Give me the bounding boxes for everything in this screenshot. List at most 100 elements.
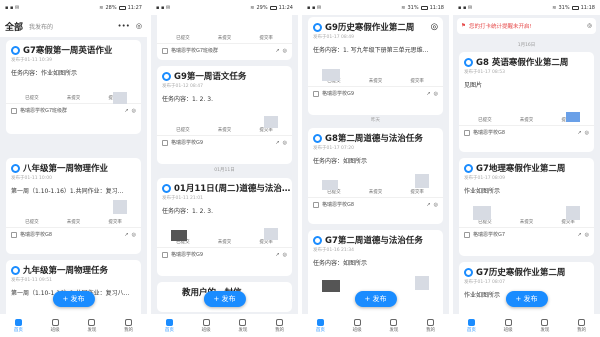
status-icons: ▪ ▪ ✉	[5, 4, 20, 11]
nav-me[interactable]: 我的	[275, 318, 284, 333]
nav-home[interactable]: 首页	[467, 318, 476, 333]
share-icon[interactable]: ↗	[124, 108, 128, 114]
nav-class[interactable]: 班级	[353, 318, 362, 333]
discover-icon	[541, 318, 549, 326]
tab-mine[interactable]: 我发布的	[29, 22, 53, 31]
status-time: 11:18	[580, 4, 595, 11]
settings-icon[interactable]: ◎	[132, 232, 136, 238]
nav-discover[interactable]: 发现	[389, 318, 398, 333]
settings-icon[interactable]: ◎	[585, 232, 589, 238]
task-date: 发布于01-11 09:51	[11, 278, 52, 283]
blurred-image	[322, 180, 338, 190]
phone-screen-1: ▪ ▪ ✉ ≋ 28% 11:27 全部 我发布的 ••• ◎ G7寒假第一周英语作…	[0, 0, 147, 337]
nav-me[interactable]: 我的	[124, 318, 133, 333]
class-icon	[464, 129, 470, 136]
reminder-banner[interactable]: ⚑ 您的打卡统计提醒未开启! ◎	[457, 18, 596, 34]
nav-home[interactable]: 首页	[165, 318, 174, 333]
submitted-label: 已提交	[25, 96, 39, 101]
task-card[interactable]: G8第二周道德与法治任务 发布于01-17 07:20 任务内容：如图所示 已提…	[308, 128, 443, 224]
status-icons: ▪ ▪ ✉	[307, 4, 322, 11]
task-card[interactable]: 已提交 未提交 提交率 格瑞恩学校G7班级群 ↗ ◎	[157, 15, 292, 60]
task-card[interactable]: G9历史寒假作业第二周 ◎ 发布于01-17 08:49 任务内容：1. 写九年级…	[308, 17, 443, 115]
settings-icon[interactable]: ◎	[283, 48, 287, 54]
share-icon[interactable]: ↗	[275, 252, 279, 258]
class-name: 格瑞恩学校G7	[473, 232, 506, 238]
wifi-icon: ≋	[250, 4, 255, 11]
publish-button[interactable]: + 发布	[354, 291, 397, 307]
nav-class[interactable]: 班级	[51, 318, 60, 333]
share-icon[interactable]: ↗	[275, 140, 279, 146]
task-card[interactable]: G8 英语寒假作业第二周 发布于01-17 08:53 见图片 已提交未提交提交…	[459, 52, 594, 152]
task-card[interactable]: G7寒假第一周英语作业 发布于01-11 10:39 任务内容：作业如图所示 已…	[6, 40, 141, 134]
home-icon	[467, 318, 475, 326]
phone-screen-2: ▪ ▪ ✉ ≋ 29% 11:24 已提交 未提交 提交率 格瑞恩学校G7班级群 ↗ ◎ G…	[151, 0, 298, 337]
share-icon[interactable]: ↗	[124, 232, 128, 238]
task-title: G7历史寒假作业第二周	[476, 268, 566, 278]
phone-screen-4: ▪ ▪ ✉ ≋ 31% 11:18 ⚑ 您的打卡统计提醒未开启! ◎ 1月16日 G…	[453, 0, 600, 337]
settings-icon[interactable]: ◎	[132, 108, 136, 114]
nav-discover[interactable]: 发现	[540, 318, 549, 333]
home-icon	[14, 318, 22, 326]
more-icon[interactable]: •••	[118, 22, 130, 30]
task-card[interactable]: G9第一周语文任务 发布于01-12 08:47 任务内容：1. 2. 3. 已…	[157, 66, 292, 164]
settings-icon[interactable]: ◎	[283, 140, 287, 146]
settings-icon[interactable]: ◎	[434, 91, 438, 97]
tab-all[interactable]: 全部	[5, 20, 23, 33]
task-card[interactable]: 01月11日(周二)道德与法治… 发布于01-11 21:01 任务内容：1. …	[157, 178, 292, 276]
class-icon	[464, 231, 470, 238]
task-icon	[464, 267, 473, 277]
task-title: G8 英语寒假作业第二周	[476, 58, 569, 68]
task-card[interactable]: 九年级第一周物理任务 发布于01-11 09:51 第一周（1.10-1.16）…	[6, 260, 141, 320]
task-date: 发布于01-11 10:39	[11, 58, 52, 63]
task-body: 任务内容：1. 写九年级下册第三单元思维…	[313, 47, 429, 54]
class-icon	[162, 139, 168, 146]
status-icons: ▪ ▪ ✉	[156, 4, 171, 11]
status-bar: ▪ ▪ ✉ ≋ 31% 11:18	[453, 0, 600, 15]
share-icon[interactable]: ↗	[426, 91, 430, 97]
blurred-thumbnail	[113, 92, 127, 104]
battery-level: 31%	[407, 4, 419, 11]
task-card[interactable]: G7地理寒假作业第二周 发布于01-17 08:09 作业如图所示 已提交 未提交…	[459, 158, 594, 256]
task-title: 九年级第一周物理任务	[23, 266, 109, 276]
share-icon[interactable]: ↗	[426, 202, 430, 208]
bottom-nav: 首页 班级 发现 我的	[302, 314, 449, 337]
phone-screen-3: ▪ ▪ ✉ ≋ 31% 11:18 G9历史寒假作业第二周 ◎ 发布于01-17 08…	[302, 0, 449, 337]
publish-button[interactable]: + 发布	[203, 291, 246, 307]
share-icon[interactable]: ↗	[577, 130, 581, 136]
task-icon	[11, 45, 20, 55]
unsubmitted-label: 未提交	[66, 96, 81, 101]
submitted-label: 已提交	[478, 118, 492, 123]
target-icon[interactable]: ◎	[431, 22, 438, 32]
nav-home[interactable]: 首页	[14, 318, 23, 333]
blurred-image	[322, 280, 340, 292]
share-icon[interactable]: ↗	[275, 48, 279, 54]
task-title: G9历史寒假作业第二周	[325, 23, 415, 33]
nav-discover[interactable]: 发现	[238, 318, 247, 333]
task-card[interactable]: 八年级第一周物理作业 发布于01-11 10:00 第一周（1.10-1.16）…	[6, 158, 141, 254]
alert-icon: ⚑	[461, 23, 466, 29]
nav-discover[interactable]: 发现	[87, 318, 96, 333]
settings-icon[interactable]: ◎	[585, 130, 589, 136]
task-title: 八年级第一周物理作业	[23, 164, 109, 174]
settings-icon[interactable]: ◎	[434, 202, 438, 208]
bottom-nav: 首页 班级 发现 我的	[453, 314, 600, 337]
task-date: 发布于01-17 08:53	[464, 70, 505, 75]
nav-home[interactable]: 首页	[316, 318, 325, 333]
discover-icon	[390, 318, 398, 326]
target-icon[interactable]: ◎	[587, 23, 592, 29]
nav-me[interactable]: 我的	[577, 318, 586, 333]
nav-me[interactable]: 我的	[426, 318, 435, 333]
status-bar: ▪ ▪ ✉ ≋ 31% 11:18	[302, 0, 449, 15]
target-icon[interactable]: ◎	[136, 22, 142, 30]
class-name: 格瑞恩学校G9	[171, 140, 204, 146]
nav-class[interactable]: 班级	[504, 318, 513, 333]
task-icon	[313, 235, 322, 245]
publish-button[interactable]: + 发布	[52, 291, 95, 307]
share-icon[interactable]: ↗	[577, 232, 581, 238]
reminder-text: 您的打卡统计提醒未开启!	[468, 24, 532, 30]
class-icon	[313, 201, 319, 208]
publish-button[interactable]: + 发布	[505, 291, 548, 307]
unsubmitted-label: 未提交	[368, 79, 383, 84]
nav-class[interactable]: 班级	[202, 318, 211, 333]
settings-icon[interactable]: ◎	[283, 252, 287, 258]
